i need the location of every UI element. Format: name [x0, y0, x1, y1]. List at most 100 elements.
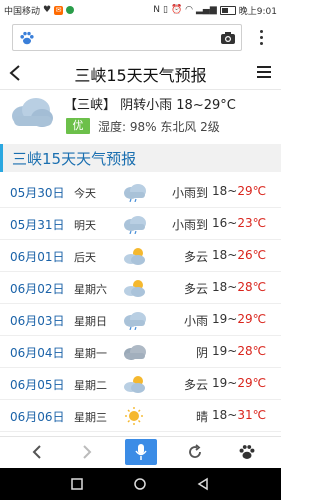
- partly-cloudy-icon: [124, 376, 145, 393]
- weather-summary: 阴转小雨 18~29°C: [120, 98, 236, 113]
- system-back-icon[interactable]: [196, 477, 210, 491]
- forecast-temp-low: 18~: [212, 280, 238, 294]
- forecast-weekday: 星期六: [74, 283, 107, 296]
- forecast-date: 06月02日: [10, 282, 65, 296]
- forecast-row[interactable]: 05月30日 今天 小雨到 18~29℃: [0, 176, 281, 208]
- forecast-temp-low: 18~: [212, 408, 238, 422]
- forecast-temp-high: 29℃: [237, 376, 267, 390]
- forecast-temp-low: 19~: [212, 376, 238, 390]
- forecast-date: 06月06日: [10, 410, 65, 424]
- forecast-condition: 小雨到: [171, 218, 208, 232]
- partly-cloudy-icon: [124, 248, 145, 265]
- forecast-row[interactable]: 06月06日 星期三 晴 18~31℃: [0, 400, 281, 432]
- nfc-icon: N: [153, 5, 160, 15]
- refresh-icon[interactable]: [186, 443, 204, 461]
- forecast-section-header: 三峡15天天气预报: [0, 144, 281, 172]
- forecast-list: 05月30日 今天 小雨到 18~29℃ 05月31日 明天 小雨到 16~23℃ 06月01日…: [0, 176, 281, 432]
- forecast-weekday: 星期二: [74, 379, 107, 392]
- forecast-weekday: 今天: [74, 187, 96, 200]
- forecast-weekday: 明天: [74, 219, 96, 232]
- forecast-date: 06月04日: [10, 346, 65, 360]
- forecast-row[interactable]: 06月03日 星期日 小雨 19~29℃: [0, 304, 281, 336]
- forecast-temp-low: 19~: [212, 312, 238, 326]
- forecast-temp-high: 23℃: [237, 216, 267, 230]
- forecast-condition: 阴: [195, 346, 208, 360]
- forecast-row[interactable]: 06月05日 星期二 多云 19~29℃: [0, 368, 281, 400]
- forecast-temp-low: 19~: [212, 344, 238, 358]
- system-nav-bar: [0, 468, 281, 500]
- more-menu-icon[interactable]: [258, 30, 264, 46]
- camera-icon[interactable]: [220, 31, 236, 45]
- forward-icon[interactable]: [78, 443, 96, 461]
- forecast-weekday: 后天: [74, 251, 96, 264]
- forecast-temp: 16~23℃: [212, 216, 266, 230]
- forecast-temp-high: 26℃: [237, 248, 267, 262]
- forecast-temp-high: 31℃: [237, 408, 267, 422]
- forecast-condition: 多云: [183, 250, 208, 264]
- signal-icon: ▂▄▆: [196, 5, 217, 15]
- voice-search-button[interactable]: [125, 439, 157, 465]
- forecast-date: 06月05日: [10, 378, 65, 392]
- forecast-temp-low: 18~: [212, 184, 238, 198]
- back-icon[interactable]: [28, 443, 46, 461]
- forecast-temp: 19~28℃: [212, 344, 266, 358]
- forecast-weekday: 星期日: [74, 315, 107, 328]
- forecast-weekday: 星期一: [74, 347, 107, 360]
- cloud-rain-icon: [124, 184, 146, 202]
- cloud-rain-icon: [12, 98, 53, 127]
- app-icon: [66, 6, 75, 14]
- forecast-temp-high: 29℃: [237, 184, 267, 198]
- current-weather: 【三峡】 阴转小雨 18~29°C 优 湿度: 98% 东北风 2级: [0, 90, 281, 142]
- forecast-row[interactable]: 05月31日 明天 小雨到 16~23℃: [0, 208, 281, 240]
- recents-icon[interactable]: [70, 477, 84, 491]
- forecast-condition: 晴: [195, 410, 208, 424]
- forecast-condition: 小雨: [183, 314, 208, 328]
- city-name: 【三峡】: [64, 98, 117, 113]
- forecast-date: 05月30日: [10, 186, 65, 200]
- clock-label: 晚上9:01: [238, 6, 277, 17]
- paw-icon: [20, 31, 34, 45]
- aqi-badge: 优: [66, 118, 90, 134]
- hamburger-menu-icon[interactable]: [257, 66, 271, 78]
- forecast-row[interactable]: 06月02日 星期六 多云 18~28℃: [0, 272, 281, 304]
- forecast-temp-high: 28℃: [237, 344, 267, 358]
- forecast-temp: 18~26℃: [212, 248, 266, 262]
- forecast-temp-low: 18~: [212, 248, 238, 262]
- forecast-temp: 18~28℃: [212, 280, 266, 294]
- microphone-icon: [135, 444, 147, 460]
- heart-icon: ♥: [43, 5, 52, 15]
- carrier-label: 中国移动: [4, 6, 41, 17]
- cloud-rain-icon: [124, 216, 146, 234]
- forecast-temp-low: 16~: [212, 216, 238, 230]
- forecast-condition: 小雨到: [171, 186, 208, 200]
- forecast-date: 06月03日: [10, 314, 65, 328]
- page-header: 三峡15天天气预报: [0, 56, 281, 90]
- partly-cloudy-icon: [124, 280, 145, 297]
- forecast-temp: 18~31℃: [212, 408, 266, 422]
- forecast-row[interactable]: 06月01日 后天 多云 18~26℃: [0, 240, 281, 272]
- wifi-icon: ◠: [185, 5, 194, 15]
- forecast-temp: 19~29℃: [212, 376, 266, 390]
- vibrate-icon: ▯: [162, 5, 168, 15]
- forecast-date: 06月01日: [10, 250, 65, 264]
- forecast-temp: 18~29℃: [212, 184, 266, 198]
- forecast-date: 05月31日: [10, 218, 65, 232]
- notification-icon: ✉: [54, 5, 64, 15]
- paw-icon[interactable]: [238, 443, 256, 461]
- forecast-temp-high: 29℃: [237, 312, 267, 326]
- forecast-condition: 多云: [183, 378, 208, 392]
- forecast-temp: 19~29℃: [212, 312, 266, 326]
- overcast-icon: [124, 345, 146, 360]
- weather-details: 湿度: 98% 东北风 2级: [98, 120, 220, 134]
- alarm-icon: ⏰: [170, 5, 183, 15]
- cloud-rain-icon: [124, 312, 146, 330]
- search-input[interactable]: [12, 24, 242, 51]
- status-bar: 中国移动 ♥ ✉ N ▯ ⏰ ◠ ▂▄▆ 晚上9:01: [0, 0, 281, 20]
- forecast-weekday: 星期三: [74, 411, 107, 424]
- section-title: 三峡15天天气预报: [12, 150, 137, 168]
- forecast-condition: 多云: [183, 282, 208, 296]
- home-icon[interactable]: [133, 477, 147, 491]
- forecast-row[interactable]: 06月04日 星期一 阴 19~28℃: [0, 336, 281, 368]
- sunny-icon: [125, 407, 143, 425]
- browser-toolbar: [0, 436, 281, 468]
